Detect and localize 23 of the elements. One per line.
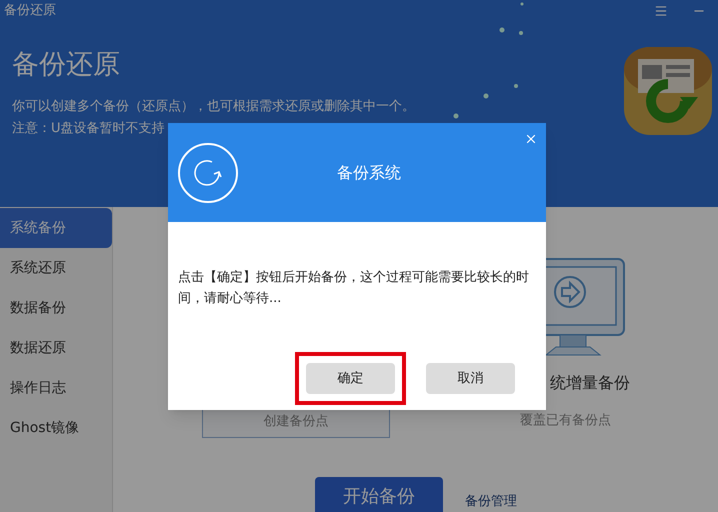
cancel-button[interactable]: 取消: [426, 363, 515, 394]
option-title: 统增量备份: [550, 373, 630, 393]
sidebar-item[interactable]: 系统还原: [0, 248, 112, 288]
dialog-message: 点击【确定】按钮后开始备份，这个过程可能需要比较长的时间，请耐心等待...: [177, 269, 530, 308]
backup-manage-link[interactable]: 备份管理: [465, 478, 517, 512]
close-icon[interactable]: [524, 132, 538, 146]
sidebar-item[interactable]: 数据备份: [0, 288, 112, 328]
description-text: 你可以创建多个备份（还原点），也可根据需求还原或删除其中一个。: [12, 98, 415, 116]
sidebar-item[interactable]: Ghost镜像: [0, 408, 112, 448]
sidebar-item[interactable]: 系统备份: [0, 208, 112, 248]
confirm-button[interactable]: 确定: [306, 363, 395, 394]
dialog-title: 备份系统: [337, 162, 401, 184]
menu-icon[interactable]: [654, 4, 668, 18]
page-heading: 备份还原: [12, 48, 121, 82]
window-title: 备份还原: [4, 2, 56, 20]
description-text: 注意：U盘设备暂时不支持: [12, 120, 166, 138]
start-backup-button[interactable]: 开始备份: [315, 477, 443, 512]
backup-app-icon: [622, 45, 714, 137]
option-subtitle: 覆盖已有备份点: [520, 413, 611, 429]
sidebar-item[interactable]: 数据还原: [0, 328, 112, 368]
refresh-icon: [178, 142, 238, 202]
sidebar-item[interactable]: 操作日志: [0, 368, 112, 408]
option-subtitle: 创建备份点: [264, 412, 328, 430]
